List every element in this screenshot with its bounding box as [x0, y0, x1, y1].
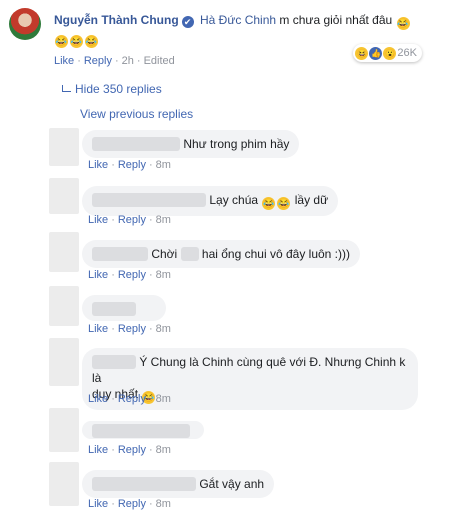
hide-replies-link[interactable]: Hide 350 replies — [62, 82, 162, 96]
timestamp[interactable]: 8m — [156, 159, 171, 171]
reply-actions: Like · Reply · 8m — [88, 393, 171, 405]
reply-link[interactable]: Reply — [118, 159, 146, 171]
reply-text: Lạy chúa — [209, 193, 259, 207]
reply-arrow-icon — [62, 85, 71, 92]
view-previous-replies-link[interactable]: View previous replies — [80, 107, 193, 121]
blurred-name — [92, 247, 148, 261]
hide-replies-label: Hide 350 replies — [75, 82, 162, 96]
reply-prefix: Chời — [151, 247, 178, 261]
reply-text: Như trong phim hầy — [183, 137, 290, 151]
reply-avatar[interactable] — [49, 408, 79, 452]
reply-actions: Like · Reply · 8m — [88, 269, 171, 281]
blurred-name — [92, 477, 196, 491]
reply-bubble: Như trong phim hầy — [82, 130, 300, 158]
reply-bubble — [82, 295, 166, 321]
reply-avatar[interactable] — [49, 338, 79, 386]
like-link[interactable]: Like — [88, 159, 108, 171]
reply-link[interactable]: Reply — [118, 498, 146, 510]
like-link[interactable]: Like — [88, 393, 108, 405]
reply-avatar[interactable] — [49, 286, 79, 326]
verified-badge-icon: ✔ — [181, 16, 194, 28]
blurred-name — [92, 355, 136, 369]
laughing-emoji-icon: 😂 — [277, 197, 291, 210]
reply-avatar[interactable] — [49, 128, 79, 166]
reply-link[interactable]: Reply — [118, 214, 146, 226]
reply-link[interactable]: Reply — [118, 393, 146, 405]
reply-link[interactable]: Reply — [118, 444, 146, 456]
like-link[interactable]: Like — [88, 498, 108, 510]
reply-avatar[interactable] — [49, 462, 79, 506]
timestamp[interactable]: 8m — [156, 393, 171, 405]
reply-text: Gắt vậy anh — [199, 477, 265, 491]
like-reaction-icon: 👍 — [369, 46, 383, 60]
reply-link[interactable]: Reply — [84, 55, 112, 67]
reply-text-suffix: lầy dữ — [294, 193, 329, 207]
main-comment-actions: Like · Reply · 2h · Edited — [54, 55, 175, 67]
blurred-name — [92, 302, 136, 316]
reply-bubble: Lạy chúa 😂 😂 lầy dữ — [82, 186, 339, 216]
mention-link[interactable]: Hà Đức Chinh — [200, 13, 276, 27]
rofl-emoji-icon: 😂 — [70, 35, 83, 48]
author-name[interactable]: Nguyễn Thành Chung — [54, 13, 179, 27]
reply-link[interactable]: Reply — [118, 269, 146, 281]
reply-bubble: Chời hai ổng chui vô đây luôn :))) — [82, 240, 360, 268]
reply-actions: Like · Reply · 8m — [88, 444, 171, 456]
main-comment-body: Nguyễn Thành Chung ✔ Hà Đức Chinh m chưa … — [54, 12, 449, 48]
like-link[interactable]: Like — [88, 444, 108, 456]
wow-reaction-icon: 😮 — [383, 46, 397, 60]
timestamp[interactable]: 8m — [156, 498, 171, 510]
like-link[interactable]: Like — [88, 269, 108, 281]
blurred-name — [92, 424, 190, 438]
rofl-emoji-icon: 😂 — [396, 17, 410, 30]
reply-text: Ý Chung là Chinh cùng quê với Đ. Nhưng C… — [92, 355, 406, 385]
reply-actions: Like · Reply · 8m — [88, 323, 171, 335]
reply-avatar[interactable] — [49, 232, 79, 272]
reaction-summary[interactable]: 😆 👍 😮 26K — [353, 44, 422, 62]
timestamp[interactable]: 8m — [156, 269, 171, 281]
blurred-mention — [180, 247, 199, 261]
timestamp[interactable]: 8m — [156, 214, 171, 226]
timestamp[interactable]: 2h — [122, 55, 134, 67]
reply-actions: Like · Reply · 8m — [88, 159, 171, 171]
like-link[interactable]: Like — [54, 55, 74, 67]
laughing-emoji-icon: 😂 — [262, 197, 276, 210]
reply-bubble: Gắt vậy anh — [82, 470, 275, 498]
haha-reaction-icon: 😆 — [355, 46, 369, 60]
blurred-name — [92, 193, 206, 207]
rofl-emoji-icon: 😂 — [85, 35, 98, 48]
reply-bubble — [82, 421, 204, 439]
main-comment-text: m chưa giỏi nhất đâu — [279, 13, 393, 27]
reply-actions: Like · Reply · 8m — [88, 498, 171, 510]
author-avatar[interactable] — [9, 8, 41, 40]
blurred-name — [92, 137, 180, 151]
reply-link[interactable]: Reply — [118, 323, 146, 335]
timestamp[interactable]: 8m — [156, 323, 171, 335]
reply-actions: Like · Reply · 8m — [88, 214, 171, 226]
reply-avatar[interactable] — [49, 178, 79, 214]
like-link[interactable]: Like — [88, 214, 108, 226]
reaction-count: 26K — [397, 47, 417, 59]
timestamp[interactable]: 8m — [156, 444, 171, 456]
like-link[interactable]: Like — [88, 323, 108, 335]
rofl-emoji-icon: 😂 — [55, 35, 68, 48]
reply-text: hai ổng chui vô đây luôn :))) — [201, 247, 350, 261]
edited-label[interactable]: Edited — [144, 55, 175, 67]
